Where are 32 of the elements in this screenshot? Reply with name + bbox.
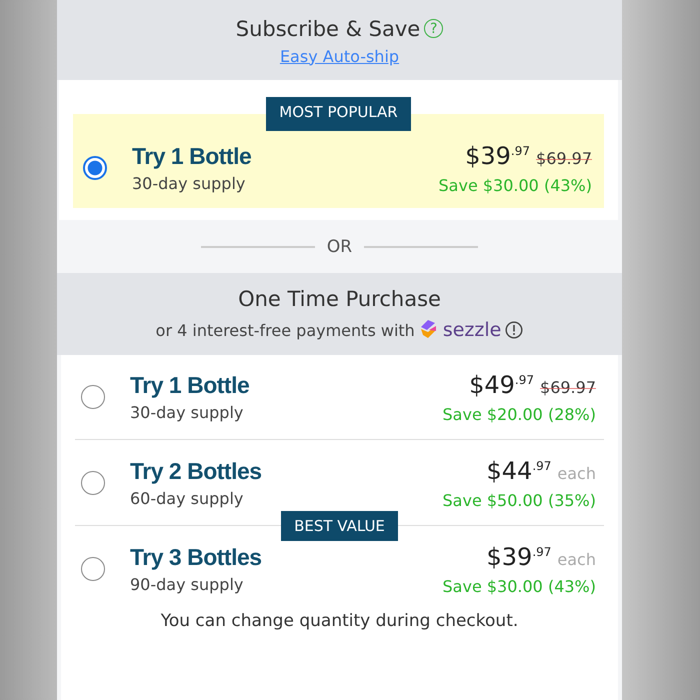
unit-text: each <box>557 550 596 568</box>
supply-text: 60-day supply <box>130 489 244 508</box>
footnote: You can change quantity during checkout. <box>160 611 520 631</box>
brand-name: sezzle <box>442 319 502 341</box>
payment-note: or 4 interest-free payments with <box>156 320 415 340</box>
savings-text: Save $30.00 (43%) <box>442 576 596 596</box>
separator-text: OR <box>326 236 352 256</box>
info-icon[interactable] <box>505 321 524 339</box>
radio-button[interactable] <box>81 471 105 495</box>
savings-text: Save $50.00 (35%) <box>442 490 596 510</box>
option-title: Try 3 Bottles <box>130 544 263 571</box>
supply-text: 90-day supply <box>130 575 244 594</box>
radio-button[interactable] <box>81 385 105 409</box>
option-title: Try 1 Bottle <box>130 372 250 399</box>
section-title: Subscribe & Save <box>236 16 420 40</box>
supply-text: 30-day supply <box>132 174 246 193</box>
radio-button[interactable] <box>83 156 107 180</box>
brand-logo-icon <box>418 319 439 341</box>
price: $49$^{.97}$ <box>469 370 534 398</box>
price: $39$^{.97}$ <box>465 142 530 170</box>
option-title: Try 2 Bottles <box>130 458 263 485</box>
savings-text: Save $20.00 (28%) <box>442 404 596 424</box>
option-title: Try 1 Bottle <box>132 143 252 170</box>
offer-badge: MOST POPULAR <box>266 97 411 131</box>
offer-badge: BEST VALUE <box>281 511 398 541</box>
price: $39$^{.97}$ <box>486 542 552 570</box>
savings-text: Save $30.00 (43%) <box>438 176 592 194</box>
section-title: One Time Purchase <box>238 287 441 311</box>
price: $44$^{.97}$ <box>486 456 552 484</box>
unit-text: each <box>557 464 596 482</box>
supply-text: 30-day supply <box>130 403 244 422</box>
radio-button[interactable] <box>81 557 105 581</box>
